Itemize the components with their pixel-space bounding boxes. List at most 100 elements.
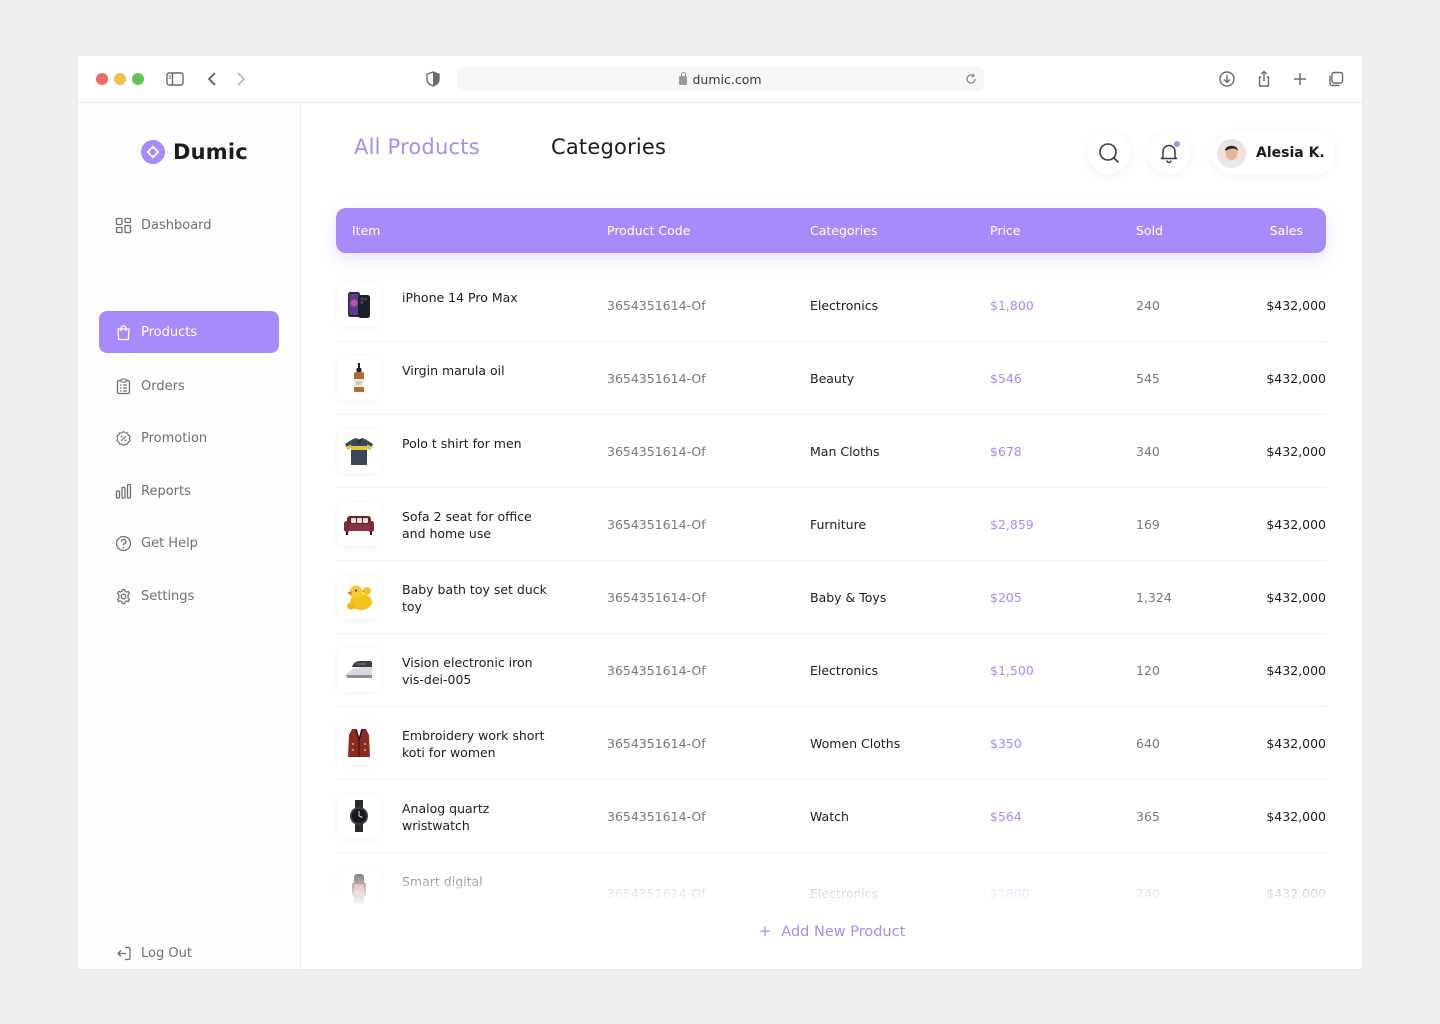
- address-bar[interactable]: dumic.com: [457, 67, 984, 91]
- product-thumbnail: [337, 429, 381, 473]
- user-name: Alesia K.: [1256, 145, 1325, 161]
- product-price: $350: [990, 736, 1022, 751]
- sidebar-item-label: Promotion: [141, 430, 208, 446]
- product-code: 3654351614-Of: [607, 517, 706, 532]
- smartwatch-icon: [352, 874, 366, 904]
- search-icon: [1099, 143, 1119, 163]
- avatar: [1217, 138, 1246, 168]
- product-thumbnail: [337, 794, 381, 838]
- product-code: 3654351614-Of: [607, 809, 706, 824]
- product-sales: $432,000: [1266, 590, 1326, 605]
- product-sales: $432,000: [1266, 298, 1326, 313]
- product-category: Women Cloths: [810, 736, 901, 751]
- table-row[interactable]: Vision electronic iron vis-dei-005 36543…: [336, 634, 1326, 707]
- privacy-shield-icon[interactable]: [423, 69, 443, 89]
- sidebar-item-label: Reports: [141, 483, 191, 499]
- tab-all-products[interactable]: All Products: [354, 135, 480, 159]
- table-row[interactable]: Analog quartz wristwatch 3654351614-Of W…: [336, 780, 1326, 853]
- wristwatch-icon: [350, 800, 368, 832]
- product-thumbnail: [337, 721, 381, 765]
- product-price: $1800: [990, 886, 1030, 901]
- product-name: Virgin marula oil: [402, 363, 505, 378]
- tab-categories[interactable]: Categories: [551, 135, 666, 159]
- product-sales: $432,000: [1266, 663, 1326, 678]
- sidebar-item-reports[interactable]: Reports: [99, 470, 279, 512]
- product-name: Vision electronic iron vis-dei-005: [402, 655, 533, 687]
- help-circle-icon: [115, 535, 132, 551]
- product-thumbnail: [337, 575, 381, 619]
- column-header-sold[interactable]: Sold: [1136, 223, 1163, 238]
- forward-arrow-icon[interactable]: [231, 69, 251, 89]
- product-sales: $432,000: [1266, 809, 1326, 824]
- product-sold: 240: [1136, 298, 1160, 313]
- shopping-bag-icon: [117, 324, 130, 340]
- tab-overview-icon[interactable]: [1326, 69, 1346, 89]
- main-content: All Products Categories Alesia K. Item P…: [302, 104, 1362, 969]
- logout-label: Log Out: [141, 945, 192, 961]
- table-row[interactable]: Embroidery work short koti for women 365…: [336, 707, 1326, 780]
- sidebar-item-orders[interactable]: Orders: [99, 365, 279, 407]
- logout-button[interactable]: Log Out: [99, 932, 279, 969]
- product-code: 3654351614-Of: [607, 590, 706, 605]
- column-header-item[interactable]: Item: [352, 223, 380, 238]
- table-row[interactable]: Baby bath toy set duck toy 3654351614-Of…: [336, 561, 1326, 634]
- product-name: iPhone 14 Pro Max: [402, 290, 518, 305]
- column-header-price[interactable]: Price: [990, 223, 1021, 238]
- brand-logo[interactable]: Dumic: [139, 137, 248, 167]
- add-new-product-button[interactable]: + Add New Product: [302, 922, 1362, 940]
- sidebar-item-get-help[interactable]: Get Help: [99, 522, 279, 564]
- new-tab-icon[interactable]: [1290, 69, 1310, 89]
- table-row[interactable]: Sofa 2 seat for office and home use 3654…: [336, 488, 1326, 561]
- sidebar-item-label: Get Help: [141, 535, 198, 551]
- footer-bar: [302, 946, 1362, 969]
- product-sold: 640: [1136, 736, 1160, 751]
- column-header-product-code[interactable]: Product Code: [607, 223, 690, 238]
- table-row[interactable]: Smart digital 3654351614-Of Electronics …: [336, 853, 1326, 926]
- table-row[interactable]: iPhone 14 Pro Max 3654351614-Of Electron…: [336, 269, 1326, 342]
- search-button[interactable]: [1088, 132, 1130, 174]
- product-price: $2,859: [990, 517, 1034, 532]
- notification-badge: [1173, 140, 1181, 148]
- product-sold: 365: [1136, 809, 1160, 824]
- zoom-window-button[interactable]: [132, 73, 144, 85]
- product-name: Analog quartz wristwatch: [402, 801, 490, 833]
- table-row[interactable]: Polo t shirt for men 3654351614-Of Man C…: [336, 415, 1326, 488]
- back-arrow-icon[interactable]: [202, 69, 222, 89]
- reload-icon[interactable]: [964, 72, 978, 86]
- sidebar-item-label: Settings: [141, 588, 195, 604]
- product-sales: $432,000: [1266, 371, 1326, 386]
- minimize-window-button[interactable]: [114, 73, 126, 85]
- close-window-button[interactable]: [96, 73, 108, 85]
- download-icon[interactable]: [1217, 69, 1237, 89]
- product-name: Smart digital: [402, 874, 483, 889]
- column-header-sales[interactable]: Sales: [1270, 223, 1303, 238]
- sidebar-item-label: Orders: [141, 378, 185, 394]
- column-header-categories[interactable]: Categories: [810, 223, 877, 238]
- product-sold: 240: [1136, 886, 1160, 901]
- user-menu[interactable]: Alesia K.: [1212, 131, 1335, 175]
- product-thumbnail: [337, 356, 381, 400]
- sidebar-item-promotion[interactable]: Promotion: [99, 417, 279, 459]
- product-thumbnail: [337, 283, 381, 327]
- product-code: 3654351614-Of: [607, 663, 706, 678]
- product-price: $678: [990, 444, 1022, 459]
- product-code: 3654351614-Of: [607, 371, 706, 386]
- brand-name: Dumic: [173, 140, 248, 164]
- sidebar-item-label: Products: [141, 324, 198, 340]
- sidebar-item-dashboard[interactable]: Dashboard: [99, 204, 279, 246]
- sidebar-toggle-icon[interactable]: [165, 69, 185, 89]
- sofa-icon: [344, 516, 374, 535]
- product-code: 3654351614-Of: [607, 736, 706, 751]
- product-thumbnail: [337, 502, 381, 546]
- dashboard-icon: [115, 217, 132, 233]
- table-row[interactable]: Virgin marula oil 3654351614-Of Beauty $…: [336, 342, 1326, 415]
- sidebar-item-settings[interactable]: Settings: [99, 575, 279, 617]
- product-sales: $432,000: [1266, 736, 1326, 751]
- share-icon[interactable]: [1254, 69, 1274, 89]
- rubber-duck-icon: [347, 585, 372, 610]
- product-name: Sofa 2 seat for office and home use: [402, 509, 532, 541]
- notifications-button[interactable]: [1148, 132, 1190, 174]
- sidebar-item-products[interactable]: Products: [99, 311, 279, 353]
- product-category: Watch: [810, 809, 849, 824]
- logout-icon: [117, 946, 131, 960]
